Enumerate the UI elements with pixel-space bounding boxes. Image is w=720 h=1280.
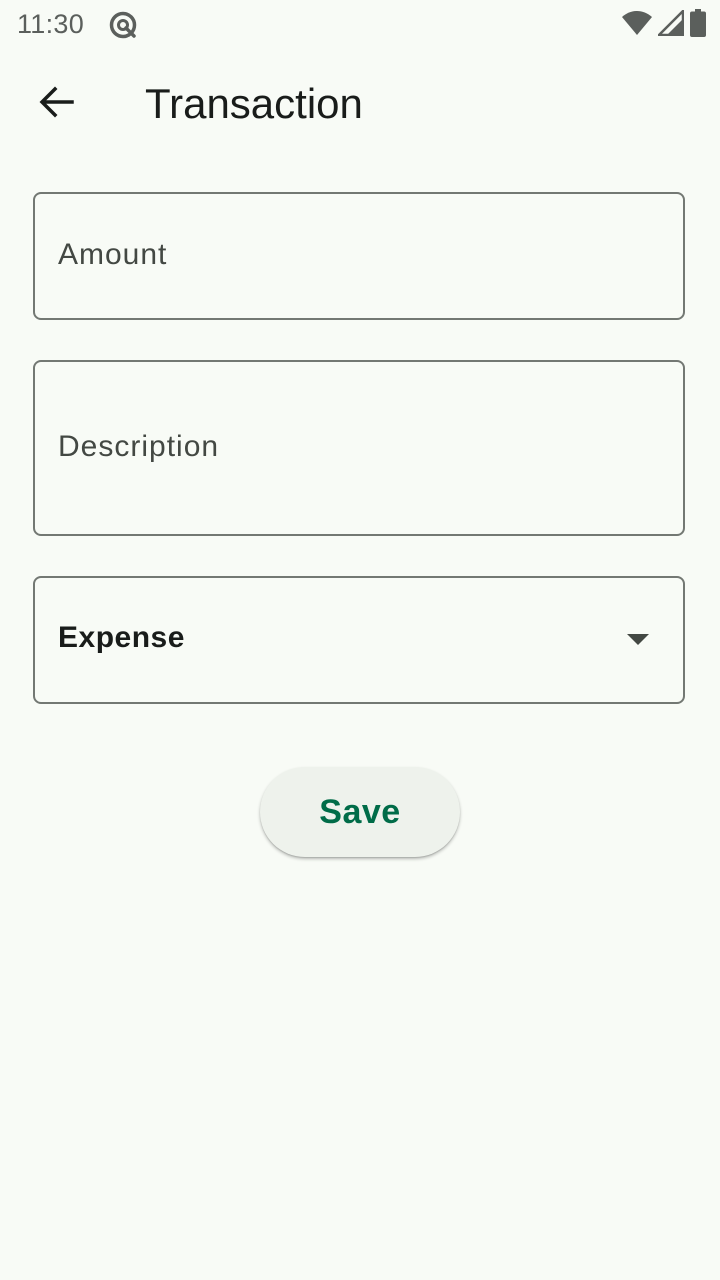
- description-field[interactable]: Description: [33, 360, 685, 536]
- save-button[interactable]: Save: [260, 767, 460, 857]
- app-notification-icon: [108, 10, 138, 40]
- battery-icon: [690, 8, 706, 42]
- dropdown-arrow-icon: [627, 634, 649, 645]
- wifi-icon: [622, 10, 652, 41]
- amount-placeholder: Amount: [58, 238, 168, 271]
- page-title: Transaction: [145, 80, 363, 127]
- arrow-back-icon: [38, 86, 74, 123]
- status-icons: [622, 8, 706, 42]
- dropdown-selected-value: Expense: [58, 621, 185, 654]
- signal-icon: [657, 9, 685, 41]
- app-bar: Transaction: [0, 56, 720, 152]
- amount-field[interactable]: Amount: [33, 192, 685, 320]
- transaction-type-dropdown[interactable]: Expense: [33, 576, 685, 704]
- description-placeholder: Description: [58, 430, 220, 463]
- status-bar: 11:30: [0, 0, 720, 50]
- back-button[interactable]: [24, 80, 88, 128]
- status-time: 11:30: [17, 9, 85, 39]
